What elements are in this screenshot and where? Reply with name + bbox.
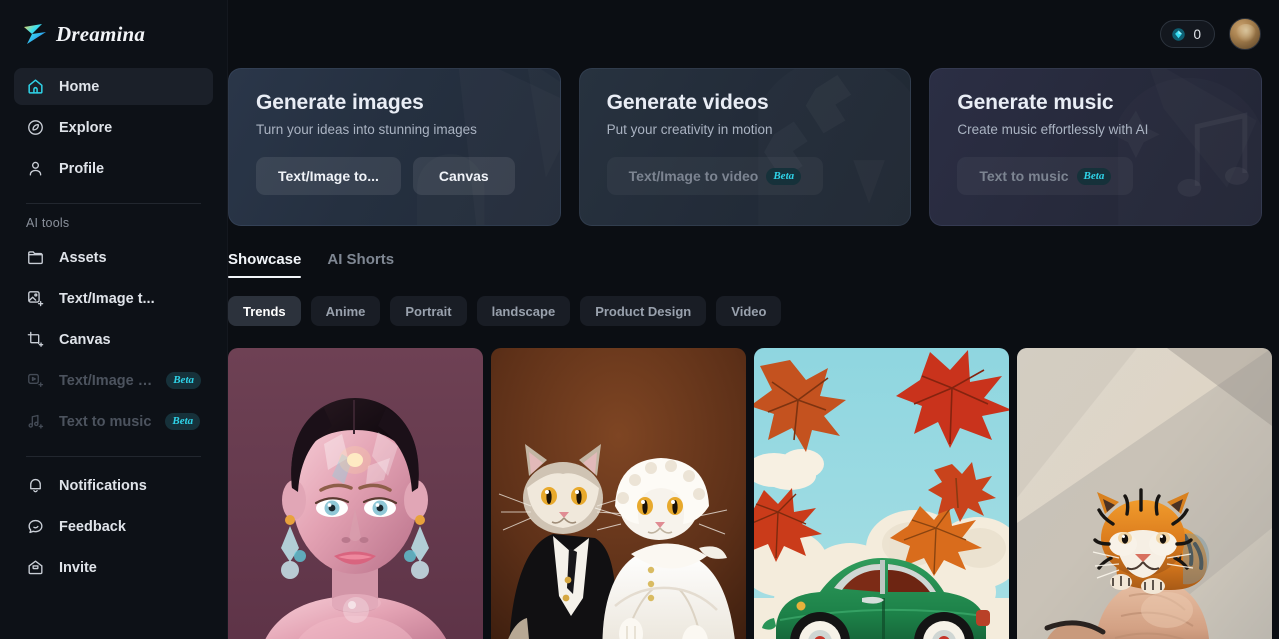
filter-chips: Trends Anime Portrait landscape Product … xyxy=(228,278,1279,326)
gallery-item-chrome-pink-portrait[interactable] xyxy=(228,348,483,639)
hero-title: Generate videos xyxy=(606,91,769,114)
brand-name: Dreamina xyxy=(56,21,146,46)
filter-chip-portrait[interactable]: Portrait xyxy=(390,296,467,326)
avatar[interactable] xyxy=(1229,18,1261,50)
music-plus-icon xyxy=(28,414,44,429)
main-content: 0 Generate images Turn your ideas into s… xyxy=(228,0,1279,639)
chat-icon xyxy=(28,519,43,534)
sidebar-divider-bottom xyxy=(26,456,201,457)
filter-chip-video[interactable]: Video xyxy=(716,296,782,326)
autumn-green-car-image xyxy=(754,348,1009,639)
folder-icon xyxy=(28,251,43,265)
brand-logo[interactable]: Dreamina xyxy=(0,0,227,68)
sidebar-item-label: Feedback xyxy=(59,518,126,535)
filter-chip-landscape[interactable]: landscape xyxy=(476,296,571,326)
sidebar-item-text-image-to-video[interactable]: Text/Image t... Beta xyxy=(14,362,213,399)
sidebar-item-assets[interactable]: Assets xyxy=(14,239,213,276)
sidebar-item-label: Text/Image t... xyxy=(59,372,153,389)
gallery-item-wedding-cats[interactable] xyxy=(491,348,746,639)
showcase-gallery xyxy=(228,326,1279,639)
user-icon xyxy=(29,161,42,176)
hero-title: Generate images xyxy=(256,91,424,114)
text-to-music-button[interactable]: Text to music Beta xyxy=(957,157,1134,195)
gem-icon xyxy=(1172,27,1186,41)
canvas-frame-icon xyxy=(27,331,44,347)
sidebar-divider-top xyxy=(26,203,201,204)
bell-icon xyxy=(30,478,41,493)
sidebar-item-text-to-music[interactable]: Text to music Beta xyxy=(14,403,213,440)
hero-card-generate-music[interactable]: Generate music Create music effortlessly… xyxy=(929,68,1263,226)
hero-title: Generate music xyxy=(957,91,1114,114)
beta-badge: Beta xyxy=(766,167,802,185)
sidebar-item-canvas[interactable]: Canvas xyxy=(14,321,213,358)
hero-button-group: Text/Image to video Beta xyxy=(606,157,887,195)
sidebar-item-text-image-to-image[interactable]: Text/Image t... xyxy=(14,280,213,317)
sidebar-item-invite[interactable]: Invite xyxy=(14,549,213,586)
tiny-tiger-fingertip-image xyxy=(1017,348,1272,639)
button-label: Text/Image to video xyxy=(628,168,759,184)
sidebar-item-label: Profile xyxy=(59,160,105,177)
image-plus-icon xyxy=(28,291,44,307)
sidebar-item-label: Text/Image t... xyxy=(59,290,155,307)
tab-ai-shorts[interactable]: AI Shorts xyxy=(327,251,394,278)
compass-icon xyxy=(28,120,43,135)
hero-button-group: Text/Image to... Canvas xyxy=(256,157,536,195)
sidebar: Dreamina Home Explore Profile AI tools A… xyxy=(0,0,228,639)
sidebar-item-notifications[interactable]: Notifications xyxy=(14,467,213,504)
sidebar-nav-primary: Home Explore Profile xyxy=(0,68,227,191)
filter-chip-trends[interactable]: Trends xyxy=(228,296,301,326)
credits-value: 0 xyxy=(1193,26,1201,42)
canvas-button[interactable]: Canvas xyxy=(412,157,515,195)
app-root: Dreamina Home Explore Profile AI tools A… xyxy=(0,0,1279,639)
hero-card-generate-videos[interactable]: Generate videos Put your creativity in m… xyxy=(578,68,912,226)
hero-subtitle: Create music effortlessly with AI xyxy=(957,122,1149,137)
sidebar-item-label: Assets xyxy=(59,249,107,266)
sidebar-item-home[interactable]: Home xyxy=(14,68,213,105)
dreamina-bird-logo-icon xyxy=(24,24,46,44)
sidebar-nav-footer: Notifications Feedback Invite xyxy=(0,467,227,590)
sidebar-item-label: Home xyxy=(59,78,100,95)
hero-button-group: Text to music Beta xyxy=(957,157,1237,195)
hero-subtitle: Put your creativity in motion xyxy=(606,122,773,137)
sidebar-item-feedback[interactable]: Feedback xyxy=(14,508,213,545)
inbox-icon xyxy=(28,560,43,575)
wedding-cats-image xyxy=(491,348,746,639)
sidebar-item-label: Canvas xyxy=(59,331,111,348)
sidebar-item-profile[interactable]: Profile xyxy=(14,150,213,187)
sidebar-nav-tools: Assets Text/Image t... Canvas Text/Image… xyxy=(0,239,227,444)
sidebar-item-label: Notifications xyxy=(59,477,147,494)
credits-badge[interactable]: 0 xyxy=(1160,20,1215,48)
beta-badge: Beta xyxy=(165,413,201,430)
filter-chip-product-design[interactable]: Product Design xyxy=(580,296,707,326)
sidebar-item-label: Text to music xyxy=(59,413,152,430)
beta-badge: Beta xyxy=(166,372,201,389)
gallery-item-autumn-green-car[interactable] xyxy=(754,348,1009,639)
content-tabs: Showcase AI Shorts xyxy=(228,226,1279,278)
topbar: 0 xyxy=(228,0,1279,68)
video-plus-icon xyxy=(28,373,44,388)
sidebar-item-explore[interactable]: Explore xyxy=(14,109,213,146)
home-icon xyxy=(28,79,43,94)
text-image-to-image-button[interactable]: Text/Image to... xyxy=(256,157,401,195)
button-label: Text to music xyxy=(979,168,1069,184)
beta-badge: Beta xyxy=(1076,167,1112,185)
tab-showcase[interactable]: Showcase xyxy=(228,251,302,278)
hero-subtitle: Turn your ideas into stunning images xyxy=(256,122,477,137)
gallery-item-tiny-tiger-fingertip[interactable] xyxy=(1017,348,1272,639)
text-image-to-video-button[interactable]: Text/Image to video Beta xyxy=(606,157,824,195)
chrome-pink-portrait-image xyxy=(228,348,483,639)
filter-chip-anime[interactable]: Anime xyxy=(310,296,381,326)
sidebar-item-label: Explore xyxy=(59,119,113,136)
hero-cards: Generate images Turn your ideas into stu… xyxy=(228,68,1279,226)
sidebar-item-label: Invite xyxy=(59,559,97,576)
hero-card-generate-images[interactable]: Generate images Turn your ideas into stu… xyxy=(228,68,561,226)
sidebar-group-label-ai-tools: AI tools xyxy=(26,216,70,230)
